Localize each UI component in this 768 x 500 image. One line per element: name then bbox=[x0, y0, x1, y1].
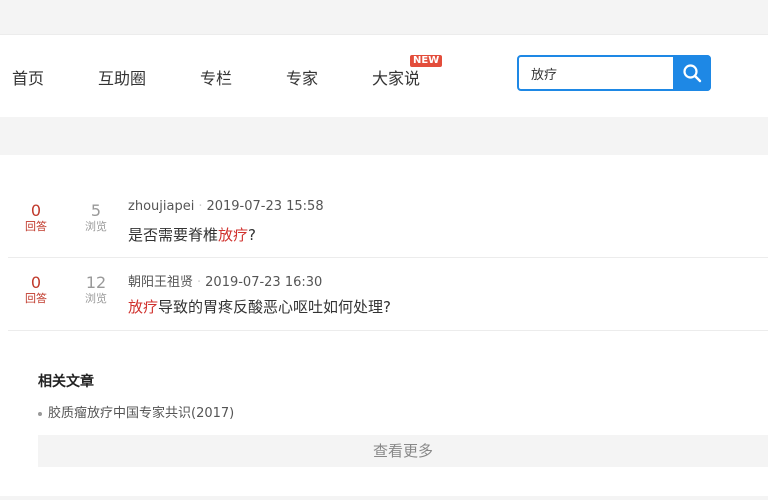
view-count-value: 12 bbox=[85, 273, 107, 292]
view-count-value: 5 bbox=[90, 201, 102, 220]
question-time: 2019-07-23 16:30 bbox=[205, 275, 323, 290]
related-article-label: 胶质瘤放疗中国专家共识(2017) bbox=[48, 406, 235, 421]
meta-separator: · bbox=[198, 199, 203, 214]
question-title[interactable]: 放疗导致的胃疼反酸恶心呕吐如何处理? bbox=[128, 296, 391, 317]
question-title-text: 是否需要脊椎 bbox=[128, 226, 219, 244]
answer-count-label: 回答 bbox=[25, 292, 47, 305]
search-input[interactable] bbox=[519, 57, 673, 89]
search-box bbox=[517, 55, 711, 91]
search-icon bbox=[683, 64, 702, 83]
nav-item-mutual-help[interactable]: 互助圈 bbox=[98, 65, 146, 89]
question-time: 2019-07-23 15:58 bbox=[206, 199, 324, 214]
related-articles-heading: 相关文章 bbox=[38, 374, 94, 390]
nav-item-columns[interactable]: 专栏 bbox=[200, 65, 232, 89]
question-title-text-end: ? bbox=[248, 226, 256, 244]
meta-separator: · bbox=[197, 275, 202, 290]
answer-count: 0 回答 bbox=[16, 186, 56, 234]
main-nav: 首页 互助圈 专栏 专家 大家说 NEW bbox=[0, 35, 768, 117]
nav-item-everyone-says[interactable]: 大家说 bbox=[372, 65, 420, 89]
gray-band bbox=[0, 117, 768, 155]
nav-item-home[interactable]: 首页 bbox=[12, 65, 44, 89]
answer-count-value: 0 bbox=[30, 273, 42, 292]
question-meta: 朝阳王祖贤 · 2019-07-23 16:30 bbox=[128, 271, 322, 290]
search-button[interactable] bbox=[673, 55, 711, 91]
question-meta: zhoujiapei · 2019-07-23 15:58 bbox=[128, 199, 324, 214]
question-author[interactable]: zhoujiapei bbox=[128, 199, 194, 214]
view-count: 12 浏览 bbox=[76, 258, 116, 306]
question-title-highlight: 放疗 bbox=[128, 298, 159, 316]
view-count: 5 浏览 bbox=[76, 186, 116, 234]
question-title[interactable]: 是否需要脊椎放疗? bbox=[128, 224, 256, 245]
top-bar bbox=[0, 0, 768, 35]
question-title-text-end: 导致的胃疼反酸恶心呕吐如何处理? bbox=[158, 298, 391, 316]
question-row: 0 回答 12 浏览 朝阳王祖贤 · 2019-07-23 16:30 放疗导致的胃… bbox=[8, 258, 768, 331]
related-article-item[interactable]: 胶质瘤放疗中国专家共识(2017) bbox=[38, 402, 234, 421]
answer-count-value: 0 bbox=[30, 201, 42, 220]
view-count-label: 浏览 bbox=[85, 220, 107, 233]
nav-item-experts[interactable]: 专家 bbox=[286, 65, 318, 89]
see-more-button[interactable]: 查看更多 bbox=[38, 435, 768, 467]
question-title-highlight: 放疗 bbox=[218, 226, 249, 244]
question-row: 0 回答 5 浏览 zhoujiapei · 2019-07-23 15:58 是否… bbox=[8, 186, 768, 258]
answer-count: 0 回答 bbox=[16, 258, 56, 306]
view-count-label: 浏览 bbox=[85, 292, 107, 305]
bullet-dot bbox=[38, 411, 42, 416]
answer-count-label: 回答 bbox=[25, 220, 47, 233]
new-badge: NEW bbox=[410, 55, 443, 67]
bottom-divider bbox=[0, 496, 768, 500]
question-author[interactable]: 朝阳王祖贤 bbox=[128, 275, 193, 290]
